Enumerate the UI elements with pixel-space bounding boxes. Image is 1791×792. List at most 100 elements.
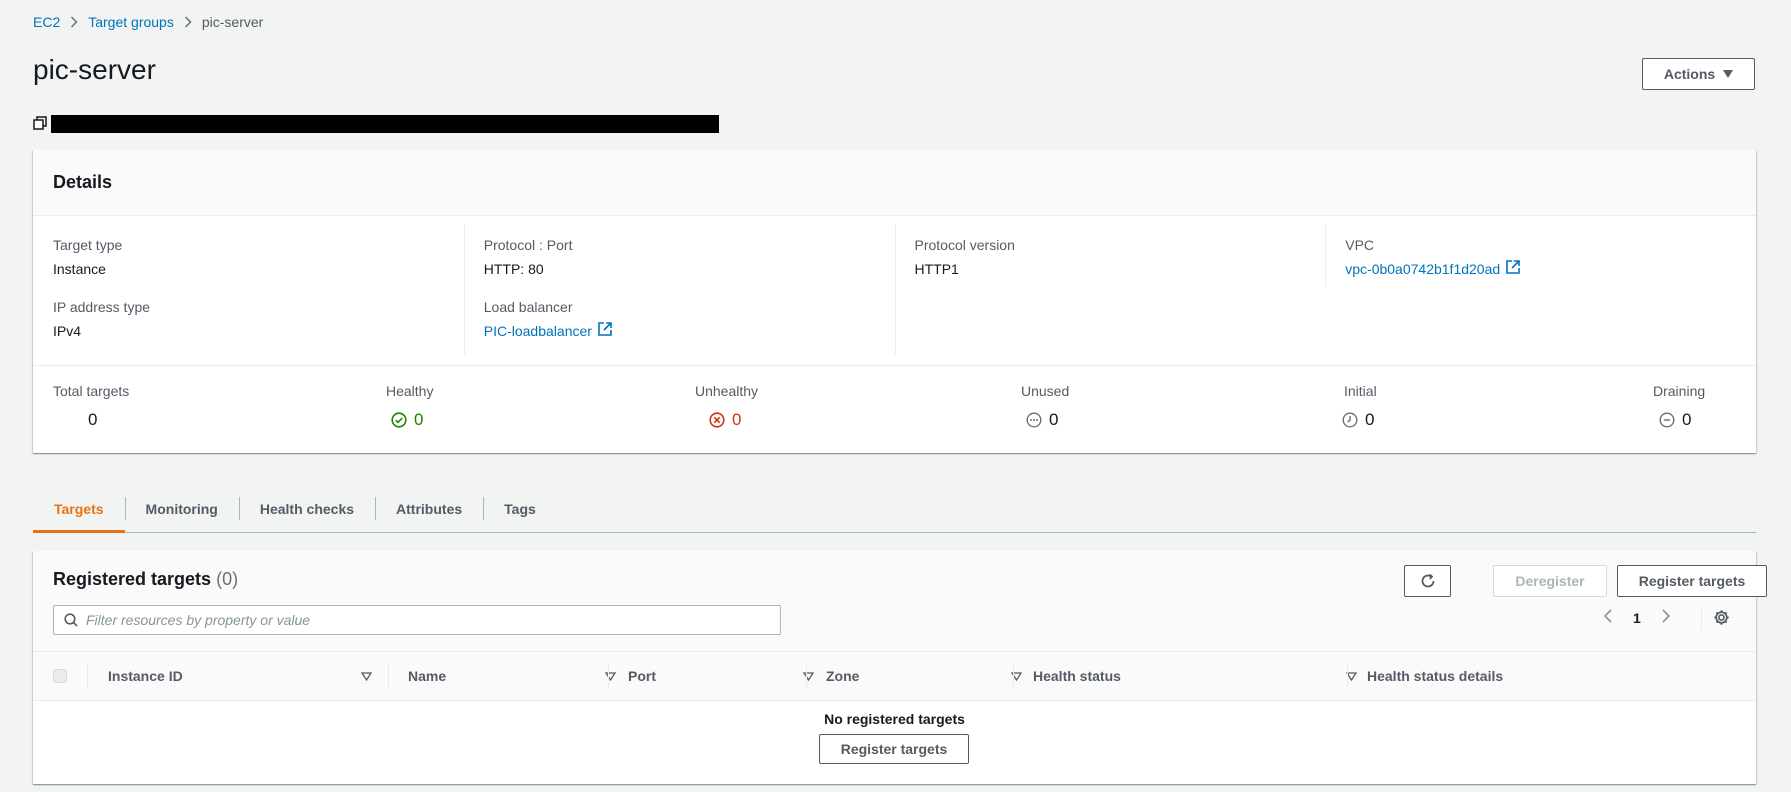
status-negative-icon bbox=[709, 412, 725, 428]
stat-draining-value: 0 bbox=[1659, 410, 1705, 430]
column-name[interactable]: Name bbox=[408, 652, 632, 700]
copy-icon[interactable] bbox=[33, 115, 47, 133]
status-positive-icon bbox=[391, 412, 407, 428]
gear-icon[interactable] bbox=[1701, 606, 1730, 630]
details-col-4: VPC vpc-0b0a0742b1f1d20ad bbox=[1325, 216, 1756, 365]
target-stats: Total targets 0 Healthy 0 Unhealthy 0 Un… bbox=[33, 366, 1756, 452]
sort-caret-icon[interactable] bbox=[361, 671, 372, 681]
external-link-icon[interactable] bbox=[598, 322, 612, 340]
vpc-value: vpc-0b0a0742b1f1d20ad bbox=[1345, 260, 1736, 278]
details-heading: Details bbox=[53, 172, 113, 192]
caret-down-icon bbox=[1723, 70, 1734, 78]
protocol-port-value: HTTP: 80 bbox=[483, 261, 544, 277]
registered-targets-header: Registered targets (0) Deregister Regist… bbox=[33, 551, 1767, 651]
stat-initial-value: 0 bbox=[1342, 410, 1377, 430]
stat-unhealthy-count: 0 bbox=[732, 410, 742, 429]
target-type-label: Target type bbox=[53, 237, 123, 253]
stat-unhealthy: Unhealthy 0 bbox=[695, 382, 758, 430]
breadcrumb-target-groups[interactable]: Target groups bbox=[88, 14, 174, 30]
refresh-button[interactable] bbox=[1404, 565, 1451, 597]
tab-attributes[interactable]: Attributes bbox=[375, 485, 483, 532]
status-pending-icon bbox=[1342, 412, 1358, 428]
chevron-right-icon[interactable] bbox=[1661, 608, 1671, 627]
target-type: Target type Instance bbox=[53, 236, 444, 278]
column-health-status[interactable]: Health status bbox=[1033, 652, 1373, 700]
registered-targets-count: (0) bbox=[216, 569, 239, 589]
external-link-icon[interactable] bbox=[1506, 260, 1520, 278]
status-unused-icon bbox=[1026, 412, 1042, 428]
load-balancer-link[interactable]: PIC-loadbalancer bbox=[484, 322, 592, 340]
status-stopped-icon bbox=[1659, 412, 1675, 428]
registered-targets-panel: Registered targets (0) Deregister Regist… bbox=[33, 551, 1767, 784]
deregister-button[interactable]: Deregister bbox=[1493, 565, 1607, 597]
column-divider bbox=[1347, 664, 1348, 688]
chevron-left-icon[interactable] bbox=[1603, 608, 1613, 627]
ip-address-type-label: IP address type bbox=[53, 299, 151, 315]
load-balancer: Load balancer PIC-loadbalancer bbox=[484, 298, 875, 340]
search-icon bbox=[64, 613, 78, 627]
ip-address-type-value: IPv4 bbox=[53, 323, 82, 339]
column-instance-id[interactable]: Instance ID bbox=[108, 652, 388, 700]
stat-unused: Unused 0 bbox=[1021, 382, 1069, 430]
column-port-label: Port bbox=[628, 668, 656, 684]
stat-total-value: 0 bbox=[88, 410, 98, 429]
filter-search-box bbox=[53, 605, 781, 635]
column-health-status-details[interactable]: Health status details bbox=[1367, 652, 1667, 700]
tab-bar: Targets Monitoring Health checks Attribu… bbox=[33, 485, 1756, 533]
table-header: Instance ID Name Port Zone Health status… bbox=[33, 651, 1756, 701]
filter-input[interactable] bbox=[86, 612, 780, 628]
tab-tags[interactable]: Tags bbox=[483, 485, 557, 532]
chevron-right-icon bbox=[70, 16, 78, 28]
select-all-checkbox[interactable] bbox=[53, 669, 67, 683]
stat-unused-count: 0 bbox=[1049, 410, 1059, 429]
column-zone[interactable]: Zone bbox=[826, 652, 1038, 700]
details-col-3: Protocol version HTTP1 bbox=[894, 216, 1326, 365]
column-zone-label: Zone bbox=[826, 668, 860, 684]
target-type-value: Instance bbox=[53, 261, 106, 277]
details-header: Details bbox=[33, 150, 1756, 216]
stat-healthy: Healthy 0 bbox=[386, 382, 433, 430]
stat-initial-count: 0 bbox=[1365, 410, 1375, 429]
sort-caret-icon[interactable] bbox=[605, 671, 616, 681]
breadcrumb: EC2 Target groups pic-server bbox=[33, 14, 263, 30]
stat-total: Total targets 0 bbox=[53, 382, 129, 430]
details-panel: Details Target type Instance IP address … bbox=[33, 150, 1756, 453]
breadcrumb-current: pic-server bbox=[201, 14, 264, 30]
sort-caret-icon[interactable] bbox=[803, 671, 814, 681]
details-grid: Target type Instance IP address type IPv… bbox=[33, 216, 1756, 366]
ip-address-type: IP address type IPv4 bbox=[53, 298, 444, 340]
stat-unhealthy-label: Unhealthy bbox=[695, 383, 759, 399]
stat-unused-value: 0 bbox=[1026, 410, 1069, 430]
stat-healthy-label: Healthy bbox=[386, 383, 434, 399]
stat-initial: Initial 0 bbox=[1342, 382, 1377, 430]
actions-label: Actions bbox=[1663, 66, 1716, 82]
chevron-right-icon bbox=[184, 16, 192, 28]
column-instance-id-label: Instance ID bbox=[108, 668, 183, 684]
column-divider bbox=[1013, 664, 1014, 688]
protocol-version-value: HTTP1 bbox=[914, 261, 959, 277]
vpc-link[interactable]: vpc-0b0a0742b1f1d20ad bbox=[1345, 260, 1500, 278]
stat-healthy-value: 0 bbox=[391, 410, 433, 430]
register-targets-button[interactable]: Register targets bbox=[1617, 565, 1767, 597]
vpc: VPC vpc-0b0a0742b1f1d20ad bbox=[1345, 236, 1736, 278]
protocol-port: Protocol : Port HTTP: 80 bbox=[484, 236, 875, 278]
details-col-1: Target type Instance IP address type IPv… bbox=[33, 216, 464, 365]
tab-monitoring[interactable]: Monitoring bbox=[124, 485, 239, 532]
column-divider bbox=[87, 664, 88, 688]
column-health-status-label: Health status bbox=[1033, 668, 1121, 684]
tab-targets[interactable]: Targets bbox=[33, 485, 125, 533]
page-title: pic-server bbox=[33, 54, 156, 85]
load-balancer-value: PIC-loadbalancer bbox=[484, 322, 875, 340]
column-port[interactable]: Port bbox=[628, 652, 830, 700]
details-col-2: Protocol : Port HTTP: 80 Load balancer P… bbox=[463, 216, 895, 365]
stat-healthy-count: 0 bbox=[414, 410, 424, 429]
protocol-version: Protocol version HTTP1 bbox=[915, 236, 1306, 278]
tab-health-checks[interactable]: Health checks bbox=[238, 485, 375, 532]
actions-button[interactable]: Actions bbox=[1642, 58, 1755, 90]
page-number[interactable]: 1 bbox=[1633, 610, 1641, 626]
vpc-label: VPC bbox=[1345, 237, 1375, 253]
pagination: 1 bbox=[1603, 608, 1671, 627]
breadcrumb-ec2[interactable]: EC2 bbox=[33, 14, 60, 30]
empty-register-targets-button[interactable]: Register targets bbox=[819, 734, 969, 764]
protocol-port-label: Protocol : Port bbox=[483, 237, 573, 253]
